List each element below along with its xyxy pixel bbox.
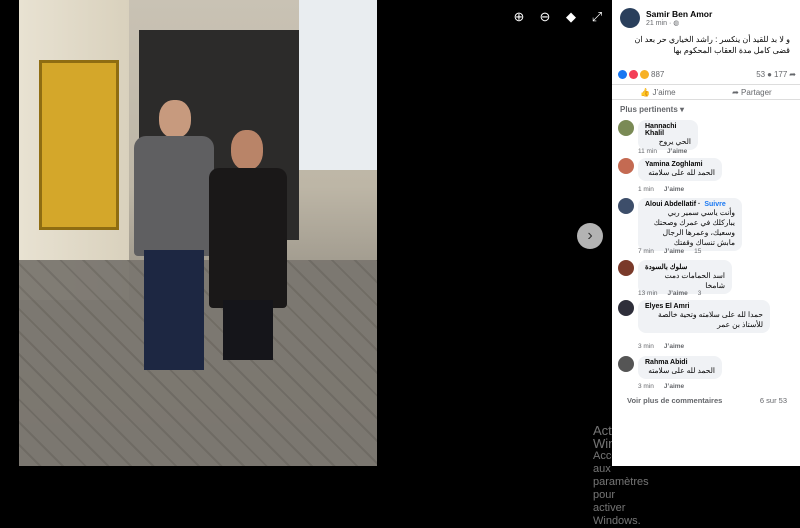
comments-footer: Voir plus de commentaires 6 sur 53 <box>627 396 787 405</box>
commenter-name[interactable]: Elyes El Amri <box>645 303 763 310</box>
comment-like-button[interactable]: J’aime <box>667 148 687 155</box>
comment-meta: 13 min J’aime 3 <box>638 290 701 297</box>
reactions-count: 887 <box>651 70 665 79</box>
zoom-out-icon[interactable]: ⊖ <box>536 8 554 26</box>
comment-time[interactable]: 11 min <box>638 148 657 155</box>
comment-text: الحمد لله على سلامته <box>648 366 715 375</box>
share-button[interactable]: ➦ Partager <box>732 88 772 97</box>
avatar[interactable] <box>618 158 634 174</box>
next-photo-button[interactable]: › <box>577 223 603 249</box>
commenter-name[interactable]: سلوك بالسودة <box>645 263 725 271</box>
care-reaction-icon <box>640 70 649 79</box>
thumbs-up-icon: 👍 <box>640 87 651 97</box>
sort-label: Plus pertinents <box>620 105 678 114</box>
post-text: و لا بد للقيد أن ينكسر : راشد الخياري حر… <box>634 35 790 55</box>
share-icon: ➦ <box>789 70 796 79</box>
comment-like-button[interactable]: J’aime <box>664 343 684 350</box>
comment-text: الحمد لله على سلامته <box>648 168 715 177</box>
commenter-name[interactable]: Hannachi Khalil <box>645 123 691 137</box>
avatar[interactable] <box>618 198 634 214</box>
comment-meta: 11 min J’aime <box>638 148 687 155</box>
see-more-comments-link[interactable]: Voir plus de commentaires <box>627 396 722 405</box>
comment-time[interactable]: 1 min <box>638 186 654 193</box>
author-name[interactable]: Samir Ben Amor <box>646 9 712 19</box>
avatar[interactable] <box>618 300 634 316</box>
commenter-name[interactable]: Rahma Abidi <box>645 359 715 366</box>
comment-like-button[interactable]: J’aime <box>668 290 688 297</box>
avatar[interactable] <box>618 120 634 136</box>
comments-sort[interactable]: Plus pertinents ▾ <box>620 105 684 114</box>
like-button[interactable]: 👍 J’aime <box>640 88 675 97</box>
chevron-right-icon: › <box>587 227 593 244</box>
post-stats: 887 53 ● 177 ➦ <box>618 70 796 79</box>
chevron-down-icon: ▾ <box>680 105 685 114</box>
commenter-name[interactable]: Aloui Abdellatif <box>645 201 696 208</box>
comments-count[interactable]: 53 <box>756 70 765 79</box>
avatar[interactable] <box>618 356 634 372</box>
post-time[interactable]: 21 min · <box>646 20 673 27</box>
avatar[interactable] <box>618 260 634 276</box>
comment-meta: 1 min J’aime <box>638 186 684 193</box>
follow-button[interactable]: Suivre <box>704 201 725 208</box>
post-sidebar: Samir Ben Amor 21 min · ◍ و لا بد للقيد … <box>612 0 800 466</box>
like-reaction-icon <box>618 70 627 79</box>
comment-like-button[interactable]: J’aime <box>664 383 684 390</box>
comment-meta: 3 min J’aime <box>638 343 684 350</box>
person-left <box>129 100 219 390</box>
comment-reaction-count[interactable]: 3 <box>698 290 702 297</box>
share-arrow-icon: ➦ <box>732 87 739 97</box>
tag-icon[interactable]: ◆ <box>562 8 580 26</box>
comments-page-info: 6 sur 53 <box>759 396 787 405</box>
post-actions: 👍 J’aime ➦ Partager <box>612 84 800 100</box>
reactions[interactable]: 887 <box>618 70 664 79</box>
comment-meta: 7 min J’aime 15 <box>638 248 701 255</box>
love-reaction-icon <box>629 70 638 79</box>
comment-text: الحي يروح <box>658 137 691 146</box>
globe-icon: ◍ <box>673 20 680 27</box>
post-author: Samir Ben Amor 21 min · ◍ <box>620 8 712 28</box>
zoom-in-icon[interactable]: ⊕ <box>510 8 528 26</box>
comment-time[interactable]: 3 min <box>638 343 654 350</box>
comment-time[interactable]: 3 min <box>638 383 654 390</box>
comment-meta: 3 min J’aime <box>638 383 684 390</box>
avatar[interactable] <box>620 8 640 28</box>
comment-text: اسد الحمامات دمت شامخا <box>664 271 725 290</box>
comment-icon: ● <box>767 70 772 79</box>
photo-viewer: ⊕ ⊖ ◆ ⤢ › Activer Windows Accédez aux pa… <box>0 0 649 527</box>
comment-time[interactable]: 7 min <box>638 248 654 255</box>
share-label: Partager <box>741 87 772 97</box>
comment-like-button[interactable]: J’aime <box>664 186 684 193</box>
person-right <box>209 130 289 370</box>
shares-count[interactable]: 177 <box>774 70 787 79</box>
comment-reaction-count[interactable]: 15 <box>694 248 701 255</box>
comment-time[interactable]: 13 min <box>638 290 658 297</box>
comment-text: حمدا لله على سلامته وتحية خالصة للأستاذ … <box>657 310 763 329</box>
fullscreen-icon[interactable]: ⤢ <box>588 8 606 26</box>
like-label: J’aime <box>652 87 676 97</box>
post-photo[interactable] <box>19 0 377 466</box>
commenter-name[interactable]: Yamina Zoghlami <box>645 161 715 168</box>
comment-text: وأنت ياسي سمير ربي يباركلك في عمرك وصحتك… <box>653 208 735 247</box>
comment-like-button[interactable]: J’aime <box>664 248 684 255</box>
